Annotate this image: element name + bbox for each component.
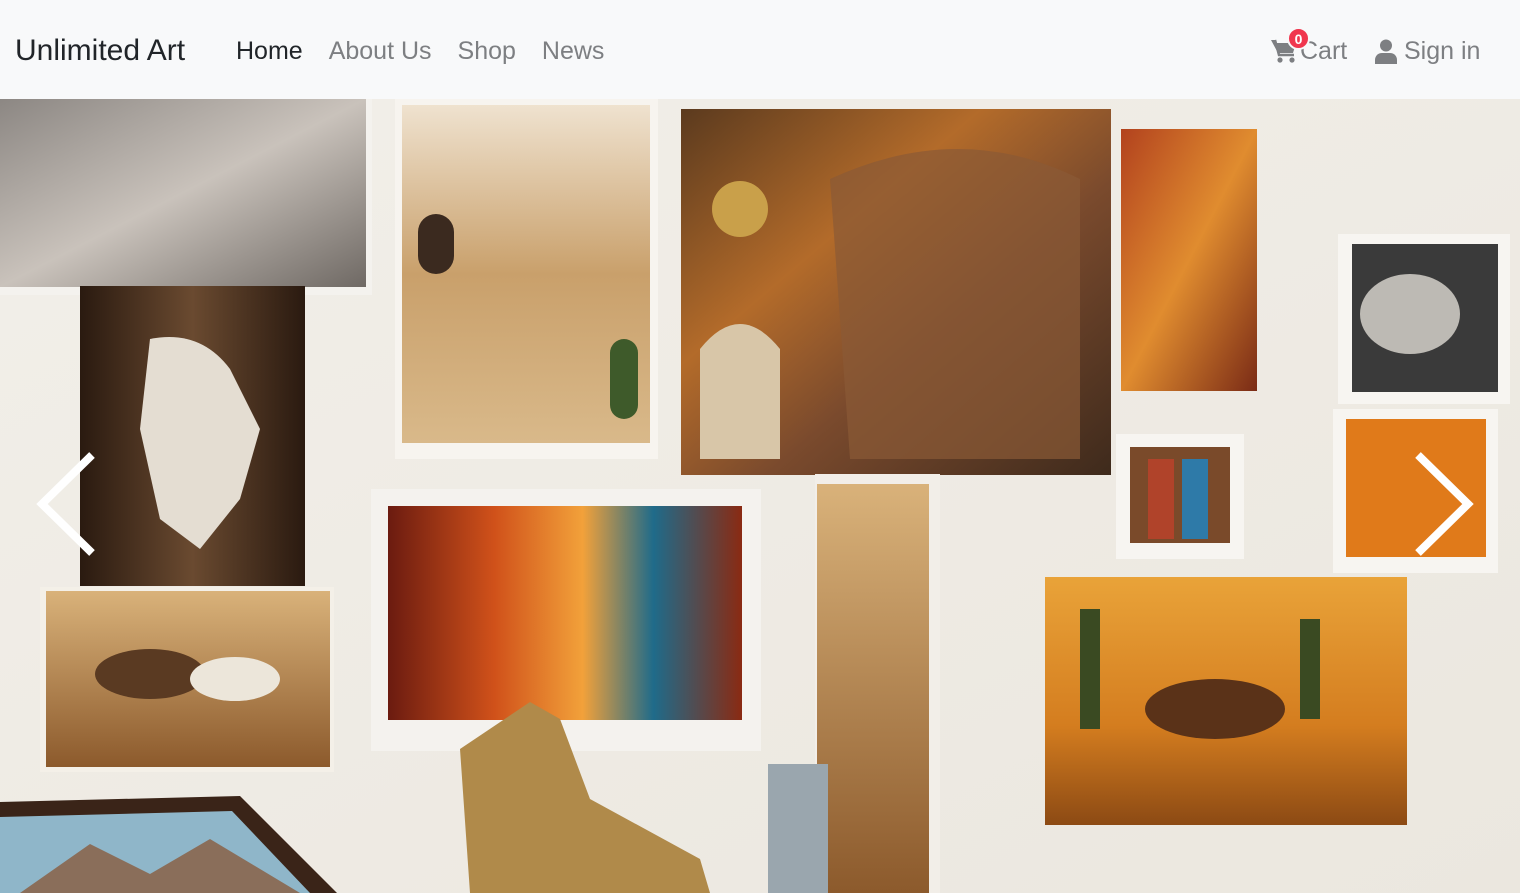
sign-in-label: Sign in [1404,36,1481,65]
chevron-left-icon [36,452,95,556]
carousel-prev-button[interactable] [30,444,100,564]
main-nav: Home About Us Shop News [236,33,630,69]
hero-carousel [0,99,1520,893]
nav-news[interactable]: News [542,33,605,69]
navbar: Unlimited Art Home About Us Shop News 0 … [0,0,1520,99]
user-icon [1375,39,1397,64]
carousel-next-button[interactable] [1410,444,1480,564]
chevron-right-icon [1415,452,1474,556]
nav-about-us[interactable]: About Us [329,33,432,69]
brand-logo[interactable]: Unlimited Art [15,31,185,71]
nav-shop[interactable]: Shop [458,33,516,69]
sign-in-link[interactable]: Sign in [1375,33,1480,69]
gallery-wall-image [0,99,1520,893]
nav-home[interactable]: Home [236,33,303,69]
cart-link[interactable]: 0 Cart [1270,27,1347,69]
cart-count-badge: 0 [1287,27,1310,50]
